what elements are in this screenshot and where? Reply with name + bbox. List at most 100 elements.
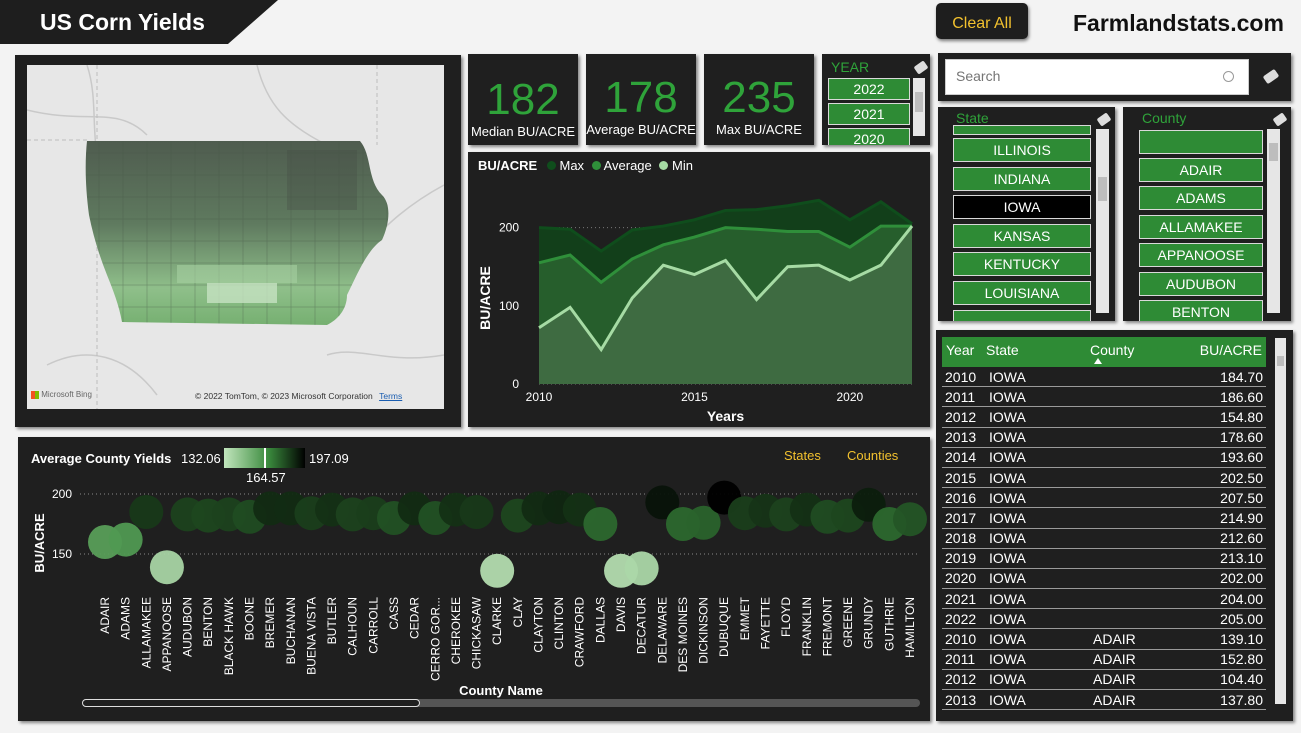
col-year[interactable]: Year: [946, 342, 974, 358]
county-clear-icon[interactable]: [1272, 112, 1288, 127]
iowa-map[interactable]: Microsoft Bing © 2022 TomTom, © 2023 Mic…: [27, 65, 444, 409]
state-option-louisiana[interactable]: LOUISIANA: [953, 281, 1091, 305]
county-label: FLOYD: [779, 597, 793, 637]
county-bubble: [108, 522, 143, 557]
county-option-adair[interactable]: ADAIR: [1139, 158, 1263, 182]
cell-bu-acre: 104.40: [1177, 669, 1266, 691]
search-input[interactable]: [954, 67, 1218, 85]
col-county[interactable]: County: [1090, 342, 1134, 358]
table-row[interactable]: 2014 IOWA 193.60: [942, 447, 1266, 468]
cell-state: IOWA: [986, 447, 1090, 468]
county-scroll-thumb[interactable]: [1269, 143, 1278, 161]
cell-year: 2018: [942, 528, 986, 549]
cell-county: ADAIR: [1090, 689, 1178, 711]
cell-year: 2012: [942, 406, 986, 428]
county-label: BUENA VISTA: [304, 597, 318, 675]
cell-bu-acre: 154.80: [1177, 406, 1266, 428]
search-icon[interactable]: [1223, 71, 1234, 82]
state-scrollbar[interactable]: [1096, 129, 1109, 313]
county-label: ADAIR: [98, 597, 112, 634]
y-tick-label: 200: [52, 487, 72, 501]
year-clear-icon[interactable]: [913, 60, 929, 75]
county-scrollbar[interactable]: [1267, 129, 1280, 313]
state-option-kentucky[interactable]: KENTUCKY: [953, 252, 1091, 276]
table-scrollbar[interactable]: [1275, 338, 1286, 704]
map-attribution-text: © 2022 TomTom, © 2023 Microsoft Corporat…: [195, 391, 373, 401]
bubble-scrollbar[interactable]: [82, 699, 920, 707]
year-option-2021[interactable]: 2021: [828, 103, 910, 125]
table-row[interactable]: 2013 IOWA ADAIR 137.80: [942, 689, 1266, 711]
state-option-next[interactable]: [953, 310, 1091, 321]
search-box[interactable]: [945, 59, 1249, 95]
state-clear-icon[interactable]: [1096, 112, 1112, 127]
table-row[interactable]: 2019 IOWA 213.10: [942, 548, 1266, 569]
table-row[interactable]: 2012 IOWA 154.80: [942, 406, 1266, 428]
table-row[interactable]: 2013 IOWA 178.60: [942, 427, 1266, 448]
county-option-appanoose[interactable]: APPANOOSE: [1139, 243, 1263, 267]
clear-all-button[interactable]: Clear All: [936, 3, 1028, 39]
year-scrollbar[interactable]: [913, 78, 925, 136]
year-slicer-title: YEAR: [831, 59, 870, 75]
county-label: CRAWFORD: [573, 597, 587, 668]
state-option-kansas[interactable]: KANSAS: [953, 224, 1091, 248]
county-option-benton[interactable]: BENTON: [1139, 300, 1263, 321]
table-row[interactable]: 2021 IOWA 204.00: [942, 588, 1266, 610]
county-option-allamakee[interactable]: ALLAMAKEE: [1139, 215, 1263, 239]
cell-state: IOWA: [986, 649, 1090, 670]
state-option-illinois[interactable]: ILLINOIS: [953, 138, 1091, 162]
table-row[interactable]: 2017 IOWA 214.90: [942, 507, 1266, 529]
x-tick-label: 2015: [681, 390, 708, 404]
county-option-audubon[interactable]: AUDUBON: [1139, 272, 1263, 296]
county-bubble: [459, 495, 494, 529]
cell-state: IOWA: [986, 628, 1090, 650]
cell-bu-acre: 205.00: [1177, 608, 1266, 630]
state-option-partial[interactable]: [953, 125, 1091, 135]
bubble-chart-canvas[interactable]: 150 200 ADAIR ADAMS ALLAMAKEE APPANOOSE AUDUBO…: [18, 437, 930, 721]
county-label: DUBUQUE: [717, 597, 731, 657]
map-panel: Microsoft Bing © 2022 TomTom, © 2023 Mic…: [15, 55, 461, 427]
y-tick-label: 100: [499, 299, 519, 313]
table-row[interactable]: 2011 IOWA 186.60: [942, 386, 1266, 408]
table-row[interactable]: 2010 IOWA ADAIR 139.10: [942, 628, 1266, 650]
county-option-blank[interactable]: [1139, 130, 1263, 154]
cell-state: IOWA: [986, 406, 1090, 428]
map-provider-logo: Microsoft Bing: [31, 390, 92, 399]
county-label: FAYETTE: [759, 597, 773, 649]
table-row[interactable]: 2010 IOWA 184.70: [942, 367, 1266, 388]
search-clear-icon[interactable]: [1262, 68, 1280, 85]
state-option-iowa[interactable]: IOWA: [953, 195, 1091, 219]
cell-bu-acre: 137.80: [1177, 689, 1266, 711]
table-row[interactable]: 2011 IOWA ADAIR 152.80: [942, 649, 1266, 670]
bubble-scroll-thumb[interactable]: [82, 699, 420, 707]
table-row[interactable]: 2020 IOWA 202.00: [942, 568, 1266, 590]
state-scroll-thumb[interactable]: [1098, 177, 1107, 201]
x-tick-label: 2010: [526, 390, 553, 404]
col-bu-acre[interactable]: BU/ACRE: [1200, 342, 1262, 358]
year-option-2022[interactable]: 2022: [828, 78, 910, 100]
y-tick-label: 200: [499, 221, 519, 235]
windows-logo-icon: [31, 390, 39, 399]
table-row[interactable]: 2022 IOWA 205.00: [942, 608, 1266, 630]
table-row[interactable]: 2015 IOWA 202.50: [942, 467, 1266, 489]
table-scroll-thumb[interactable]: [1277, 356, 1284, 366]
cell-year: 2020: [942, 568, 986, 590]
cell-bu-acre: 207.50: [1177, 487, 1266, 509]
state-option-indiana[interactable]: INDIANA: [953, 167, 1091, 191]
kpi-average: 178 Average BU/ACRE: [586, 54, 696, 145]
table-row[interactable]: 2018 IOWA 212.60: [942, 528, 1266, 549]
table-row[interactable]: 2012 IOWA ADAIR 104.40: [942, 669, 1266, 691]
county-option-adams[interactable]: ADAMS: [1139, 186, 1263, 210]
year-scroll-thumb[interactable]: [915, 92, 923, 112]
county-label: DELAWARE: [655, 597, 669, 663]
county-label: BENTON: [201, 597, 215, 647]
county-bubble: [583, 507, 618, 541]
x-tick-label: 2020: [836, 390, 863, 404]
county-label: CLARKE: [490, 597, 504, 645]
table-row[interactable]: 2016 IOWA 207.50: [942, 487, 1266, 509]
col-state[interactable]: State: [986, 342, 1019, 358]
year-option-2020[interactable]: 2020: [828, 128, 910, 145]
line-chart-canvas[interactable]: 0 100 200 2010 2015 2020 Years BU/ACRE: [468, 152, 930, 427]
kpi-max-label: Max BU/ACRE: [716, 122, 802, 137]
cell-state: IOWA: [986, 608, 1090, 630]
map-terms-link[interactable]: Terms: [379, 391, 402, 401]
